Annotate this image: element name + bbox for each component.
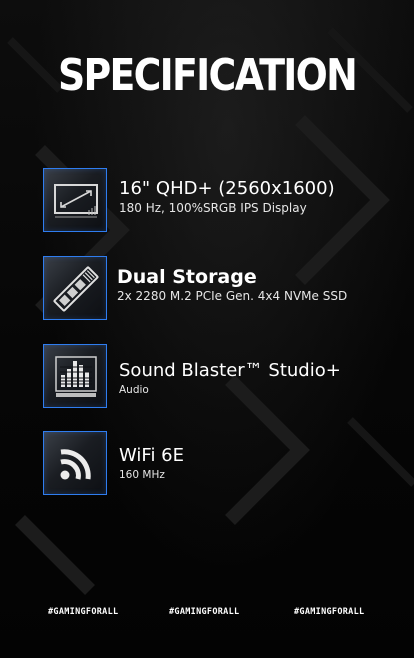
spec-title: Dual Storage bbox=[117, 266, 257, 288]
ssd-icon bbox=[43, 256, 107, 320]
spec-subtitle: Audio bbox=[119, 384, 149, 396]
spec-text-storage: Dual Storage 2x 2280 M.2 PCIe Gen. 4x4 N… bbox=[117, 266, 347, 304]
display-icon bbox=[43, 168, 107, 232]
spec-item-storage: Dual Storage 2x 2280 M.2 PCIe Gen. 4x4 N… bbox=[43, 256, 403, 322]
spec-page: SPECIFICATION 16" QHD+ (2560x1600) 180 H… bbox=[0, 0, 414, 658]
spec-title: 16" QHD+ (2560x1600) bbox=[119, 178, 335, 199]
spec-text-wifi: WiFi 6E 160 MHz bbox=[119, 445, 184, 483]
spec-item-sound: Sound Blaster™ Studio+ Audio bbox=[43, 344, 403, 410]
spec-item-display: 16" QHD+ (2560x1600) 180 Hz, 100%SRGB IP… bbox=[43, 168, 403, 234]
spec-text-sound: Sound Blaster™ Studio+ Audio bbox=[119, 360, 341, 398]
hashtag-left: #GAMINGFORALL bbox=[48, 607, 119, 617]
hashtag-right: #GAMINGFORALL bbox=[294, 607, 365, 617]
spec-title: Sound Blaster™ Studio+ bbox=[119, 360, 341, 381]
sound-icon bbox=[43, 344, 107, 408]
spec-item-wifi: WiFi 6E 160 MHz bbox=[43, 431, 403, 497]
wifi-icon bbox=[43, 431, 107, 495]
spec-text-display: 16" QHD+ (2560x1600) 180 Hz, 100%SRGB IP… bbox=[119, 178, 335, 216]
spec-subtitle: 2x 2280 M.2 PCIe Gen. 4x4 NVMe SSD bbox=[117, 289, 348, 303]
spec-subtitle: 160 MHz bbox=[119, 469, 165, 481]
page-title: SPECIFICATION bbox=[57, 50, 358, 101]
hashtag-center: #GAMINGFORALL bbox=[169, 607, 240, 617]
spec-title: WiFi 6E bbox=[119, 445, 184, 466]
spec-subtitle: 180 Hz, 100%SRGB IPS Display bbox=[119, 201, 307, 215]
